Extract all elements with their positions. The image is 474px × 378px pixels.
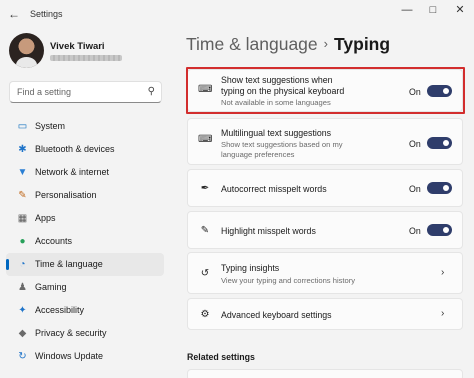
shield-icon: ◆ [18,328,27,339]
sidebar-item-accounts[interactable]: ● Accounts [6,230,164,253]
multilingual-keyboard-icon: ⌨ [198,134,213,145]
toggle-state-label: On [409,184,421,194]
sidebar-item-label: System [35,121,66,131]
sidebar-item-label: Time & language [35,259,103,269]
sidebar-item-gaming[interactable]: ♟ Gaming [6,276,164,299]
related-settings-heading: Related settings [187,352,255,362]
sidebar-item-label: Privacy & security [35,328,107,338]
toggle-state-label: On [409,226,421,236]
back-arrow-icon[interactable]: ← [8,7,22,21]
highlight-text-icon: ✎ [200,225,210,236]
page-title: Typing [334,34,391,54]
highlight-box [186,67,465,114]
close-button[interactable]: ✕ [449,3,471,17]
sidebar-item-label: Windows Update [35,351,104,361]
autocorrect-icon: ✒ [200,183,210,194]
setting-autocorrect[interactable]: ✒ Autocorrect misspelt words On [187,169,463,207]
chevron-right-icon: › [441,267,445,278]
highlight-toggle[interactable] [427,224,452,236]
minimize-button[interactable]: — [396,3,418,17]
setting-highlight-misspelt[interactable]: ✎ Highlight misspelt words On [187,211,463,249]
related-settings-card[interactable] [187,369,463,378]
sidebar-item-label: Accessibility [35,305,85,315]
breadcrumb: Time & language › Typing [186,34,390,55]
globe-clock-icon: ◔ [19,259,26,270]
sidebar-item-bluetooth[interactable]: ✱ Bluetooth & devices [6,138,164,161]
multilingual-toggle[interactable] [427,137,452,149]
sidebar-item-label: Accounts [35,236,73,246]
sidebar-item-personalisation[interactable]: ✎ Personalisation [6,184,164,207]
sidebar-item-privacy[interactable]: ◆ Privacy & security [6,322,164,345]
setting-title: Advanced keyboard settings [221,310,332,320]
setting-description-line2: language preferences [221,150,295,159]
gamepad-icon: ♟ [18,282,27,293]
sidebar-item-network[interactable]: ▼ Network & internet [6,161,164,184]
avatar[interactable] [9,33,44,68]
sidebar-item-apps[interactable]: ▦ Apps [6,207,164,230]
autocorrect-toggle[interactable] [427,182,452,194]
setting-title: Multilingual text suggestions [221,128,332,138]
sidebar-item-accessibility[interactable]: ✦ Accessibility [6,299,164,322]
sidebar-item-label: Personalisation [35,190,97,200]
person-icon: ● [19,236,26,247]
brush-icon: ✎ [18,190,27,201]
sidebar-item-windows-update[interactable]: ↻ Windows Update [6,345,164,368]
monitor-icon: ▭ [17,121,28,132]
sidebar-item-time-language[interactable]: ◔ Time & language [6,253,164,276]
sidebar-item-system[interactable]: ▭ System [6,115,164,138]
bluetooth-icon: ✱ [18,144,27,155]
title-bar: ← Settings — □ ✕ [0,0,474,28]
gear-icon: ⚙ [200,309,210,320]
user-name: Vivek Tiwari [50,41,105,52]
user-email-redacted [50,55,122,61]
setting-multilingual[interactable]: ⌨ Multilingual text suggestions Show tex… [187,118,463,165]
setting-typing-insights[interactable]: ↺ Typing insights View your typing and c… [187,252,463,294]
setting-description-line1: Show text suggestions based on my [221,140,343,149]
update-icon: ↻ [18,351,27,362]
app-title: Settings [30,9,63,19]
search-input[interactable]: Find a setting [17,87,71,97]
breadcrumb-parent[interactable]: Time & language [186,34,318,54]
setting-advanced-keyboard[interactable]: ⚙ Advanced keyboard settings › [187,298,463,330]
history-icon: ↺ [200,268,210,279]
chevron-right-icon: › [323,36,328,51]
search-box[interactable]: Find a setting ⚲ [9,81,162,103]
sidebar-item-label: Apps [35,213,56,223]
setting-title: Autocorrect misspelt words [221,184,327,194]
accessibility-icon: ✦ [18,305,27,316]
sidebar-item-label: Bluetooth & devices [35,144,115,154]
sidebar-item-label: Network & internet [35,167,110,177]
sidebar-item-label: Gaming [35,282,67,292]
setting-title: Typing insights [221,263,280,273]
apps-icon: ▦ [17,213,28,224]
setting-description: View your typing and corrections history [221,276,356,285]
sidebar-nav: ▭ System ✱ Bluetooth & devices ▼ Network… [6,115,164,368]
maximize-button[interactable]: □ [422,3,444,17]
toggle-state-label: On [409,139,421,149]
setting-title: Highlight misspelt words [221,226,316,236]
search-icon[interactable]: ⚲ [148,86,155,97]
chevron-right-icon: › [441,308,445,319]
wifi-icon: ▼ [17,167,28,178]
